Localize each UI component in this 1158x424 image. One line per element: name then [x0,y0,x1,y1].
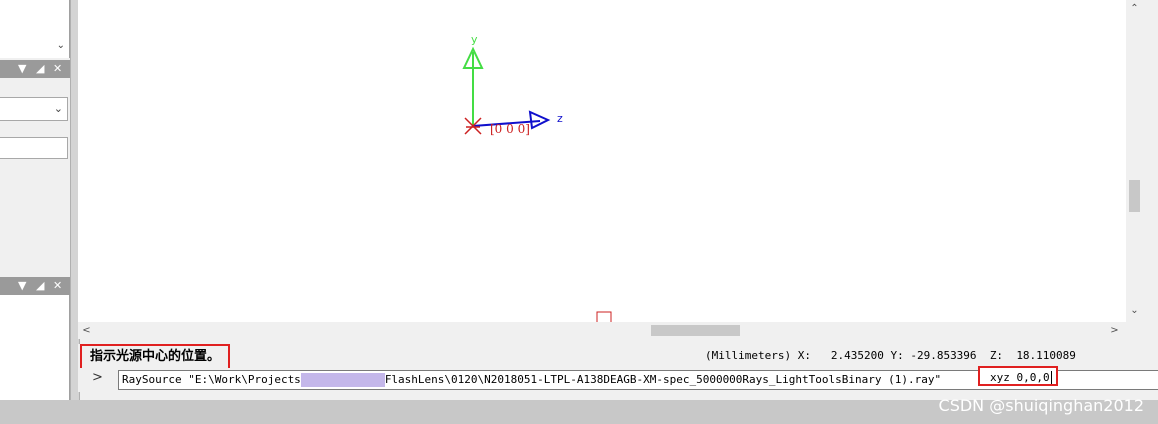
scroll-down-icon[interactable]: ⌄ [1126,302,1143,319]
scroll-right-icon[interactable]: > [1106,322,1123,339]
y-coord-value: -29.853396 [910,349,977,362]
panel-header-1: ▼ ◢ ✕ [0,60,70,78]
panel-combobox[interactable]: ⌄ [0,97,68,121]
text-cursor [1050,371,1052,384]
y-coord-label: Y: [890,349,904,362]
y-axis-label: y [471,33,478,46]
command-text-start: RaySource "E:\Work\Projects [122,373,301,386]
x-coord-label: X: [797,349,811,362]
status-message: 指示光源中心的位置。 [80,344,231,370]
pin-icon[interactable]: ◢ [36,278,44,294]
source-marker [596,311,612,322]
horizontal-scroll-thumb[interactable] [651,325,740,336]
horizontal-scrollbar[interactable]: < > [78,322,1126,339]
bottom-panel-body [0,295,70,400]
origin-label: [0 0 0] [490,122,530,136]
dropdown-icon[interactable]: ▼ [18,278,26,294]
close-icon[interactable]: ✕ [53,61,62,77]
x-coord-value: 2.435200 [830,349,884,362]
redacted-highlight [300,373,385,387]
command-prompt: > [92,370,103,385]
command-text-end: FlashLens\0120\N2018051-LTPL-A138DEAGB-X… [384,373,942,386]
watermark: CSDN @shuiqinghan2012 [938,396,1144,415]
3d-viewport[interactable]: y z [0 0 0] [78,0,1126,322]
top-panel-body: ⌄ [0,0,70,58]
z-coord-value: 18.110089 [1016,349,1076,362]
scroll-up-icon[interactable]: ⌃ [1126,0,1143,17]
z-coord-label: Z: [989,349,1004,362]
command-bar: > RaySource "E:\Work\Projects FlashLens\0… [78,366,1158,392]
vertical-scrollbar[interactable]: ⌃ ⌄ [1126,0,1143,322]
z-axis-label: z [557,112,563,125]
z-axis-arrowhead [528,110,551,130]
dropdown-icon[interactable]: ▼ [18,61,26,77]
close-icon[interactable]: ✕ [53,278,62,294]
pin-icon[interactable]: ◢ [36,61,44,77]
cursor-coordinates: (Millimeters) X: 2.435200 Y: -29.853396 … [705,349,1076,362]
panel-textbox[interactable] [0,137,68,159]
vertical-scroll-thumb[interactable] [1129,180,1140,212]
panel-header-2: ▼ ◢ ✕ [0,277,70,295]
xyz-input-value: xyz 0,0,0 [990,371,1050,384]
chevron-down-icon[interactable]: ⌄ [57,40,65,51]
axes-gizmo: y z [0 0 0] [462,33,612,322]
status-bar: 指示光源中心的位置。 (Millimeters) X: 2.435200 Y: … [78,344,1158,370]
xyz-input-highlight[interactable]: xyz 0,0,0 [978,366,1058,386]
chevron-down-icon: ⌄ [53,102,63,115]
units-label: (Millimeters) [705,349,792,362]
left-dock: ⌄ ▼ ◢ ✕ ⌄ ▼ ◢ ✕ [0,0,70,400]
scroll-left-icon[interactable]: < [78,322,95,339]
